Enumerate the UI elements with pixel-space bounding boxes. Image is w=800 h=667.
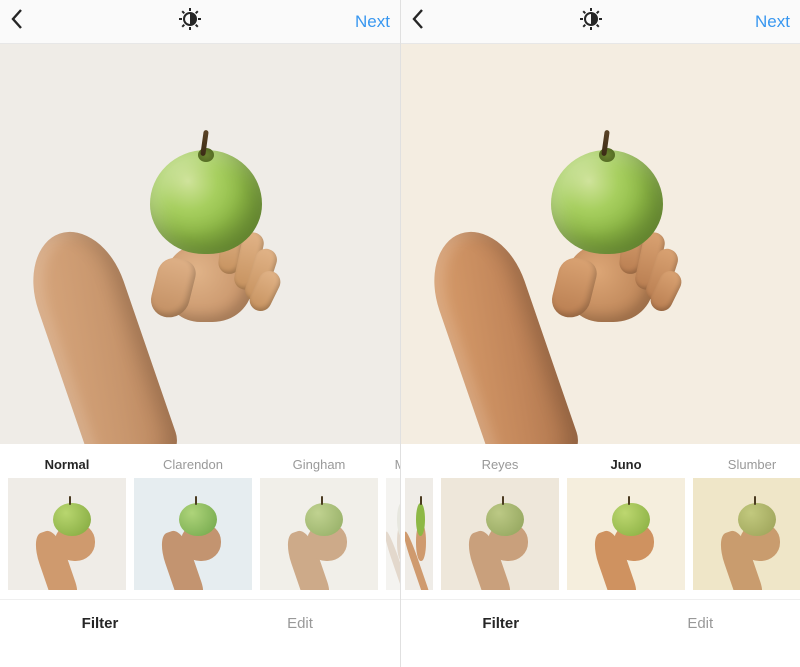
filter-label: Juno [610,450,641,478]
filter-strip[interactable]: Reyes Juno Slumber [401,444,800,599]
filter-gingham[interactable]: Gingham [260,450,378,599]
filter-partial[interactable] [405,450,433,599]
filter-thumbnail [386,478,400,590]
filter-strip-area: Normal Clarendon Gingham M Filter [0,444,400,667]
screens-side-by-side: Next Normal Clarendon [0,0,800,667]
top-nav: Next [401,0,800,44]
filter-label: Slumber [728,450,776,478]
top-nav: Next [0,0,400,44]
filter-slumber[interactable]: Slumber [693,450,800,599]
filter-label: Clarendon [163,450,223,478]
filter-thumbnail [134,478,252,590]
bottom-tabs: Filter Edit [0,599,400,647]
filter-reyes[interactable]: Reyes [441,450,559,599]
filter-thumbnail [693,478,800,590]
main-photo-preview[interactable] [401,44,800,444]
brightness-contrast-icon [178,7,202,36]
filter-thumbnail [567,478,685,590]
filter-label: Gingham [293,450,346,478]
filter-thumbnail [441,478,559,590]
back-button[interactable] [10,8,50,35]
filter-strip-area: Reyes Juno Slumber Filter Edit [401,444,800,667]
brightness-contrast-icon [579,7,603,36]
chevron-left-icon [10,8,24,35]
back-button[interactable] [411,8,451,35]
screen-left: Next Normal Clarendon [0,0,400,667]
filter-label: Reyes [482,450,519,478]
tab-filter[interactable]: Filter [0,600,200,647]
adjust-button[interactable] [451,7,730,36]
main-photo-preview[interactable] [0,44,400,444]
chevron-left-icon [411,8,425,35]
filter-strip[interactable]: Normal Clarendon Gingham M [0,444,400,599]
tab-filter[interactable]: Filter [401,600,601,647]
next-button[interactable]: Next [730,12,790,32]
filter-thumbnail [260,478,378,590]
filter-thumbnail [405,478,433,590]
photo-apple [150,150,262,254]
filter-thumbnail [8,478,126,590]
tab-edit[interactable]: Edit [601,600,800,647]
tab-edit[interactable]: Edit [200,600,400,647]
next-button[interactable]: Next [330,12,390,32]
screen-right: Next Reyes Juno [400,0,800,667]
filter-clarendon[interactable]: Clarendon [134,450,252,599]
photo-apple [551,150,663,254]
bottom-tabs: Filter Edit [401,599,800,647]
filter-partial[interactable]: M [386,450,400,599]
adjust-button[interactable] [50,7,330,36]
filter-normal[interactable]: Normal [8,450,126,599]
filter-label: Normal [45,450,90,478]
filter-juno[interactable]: Juno [567,450,685,599]
